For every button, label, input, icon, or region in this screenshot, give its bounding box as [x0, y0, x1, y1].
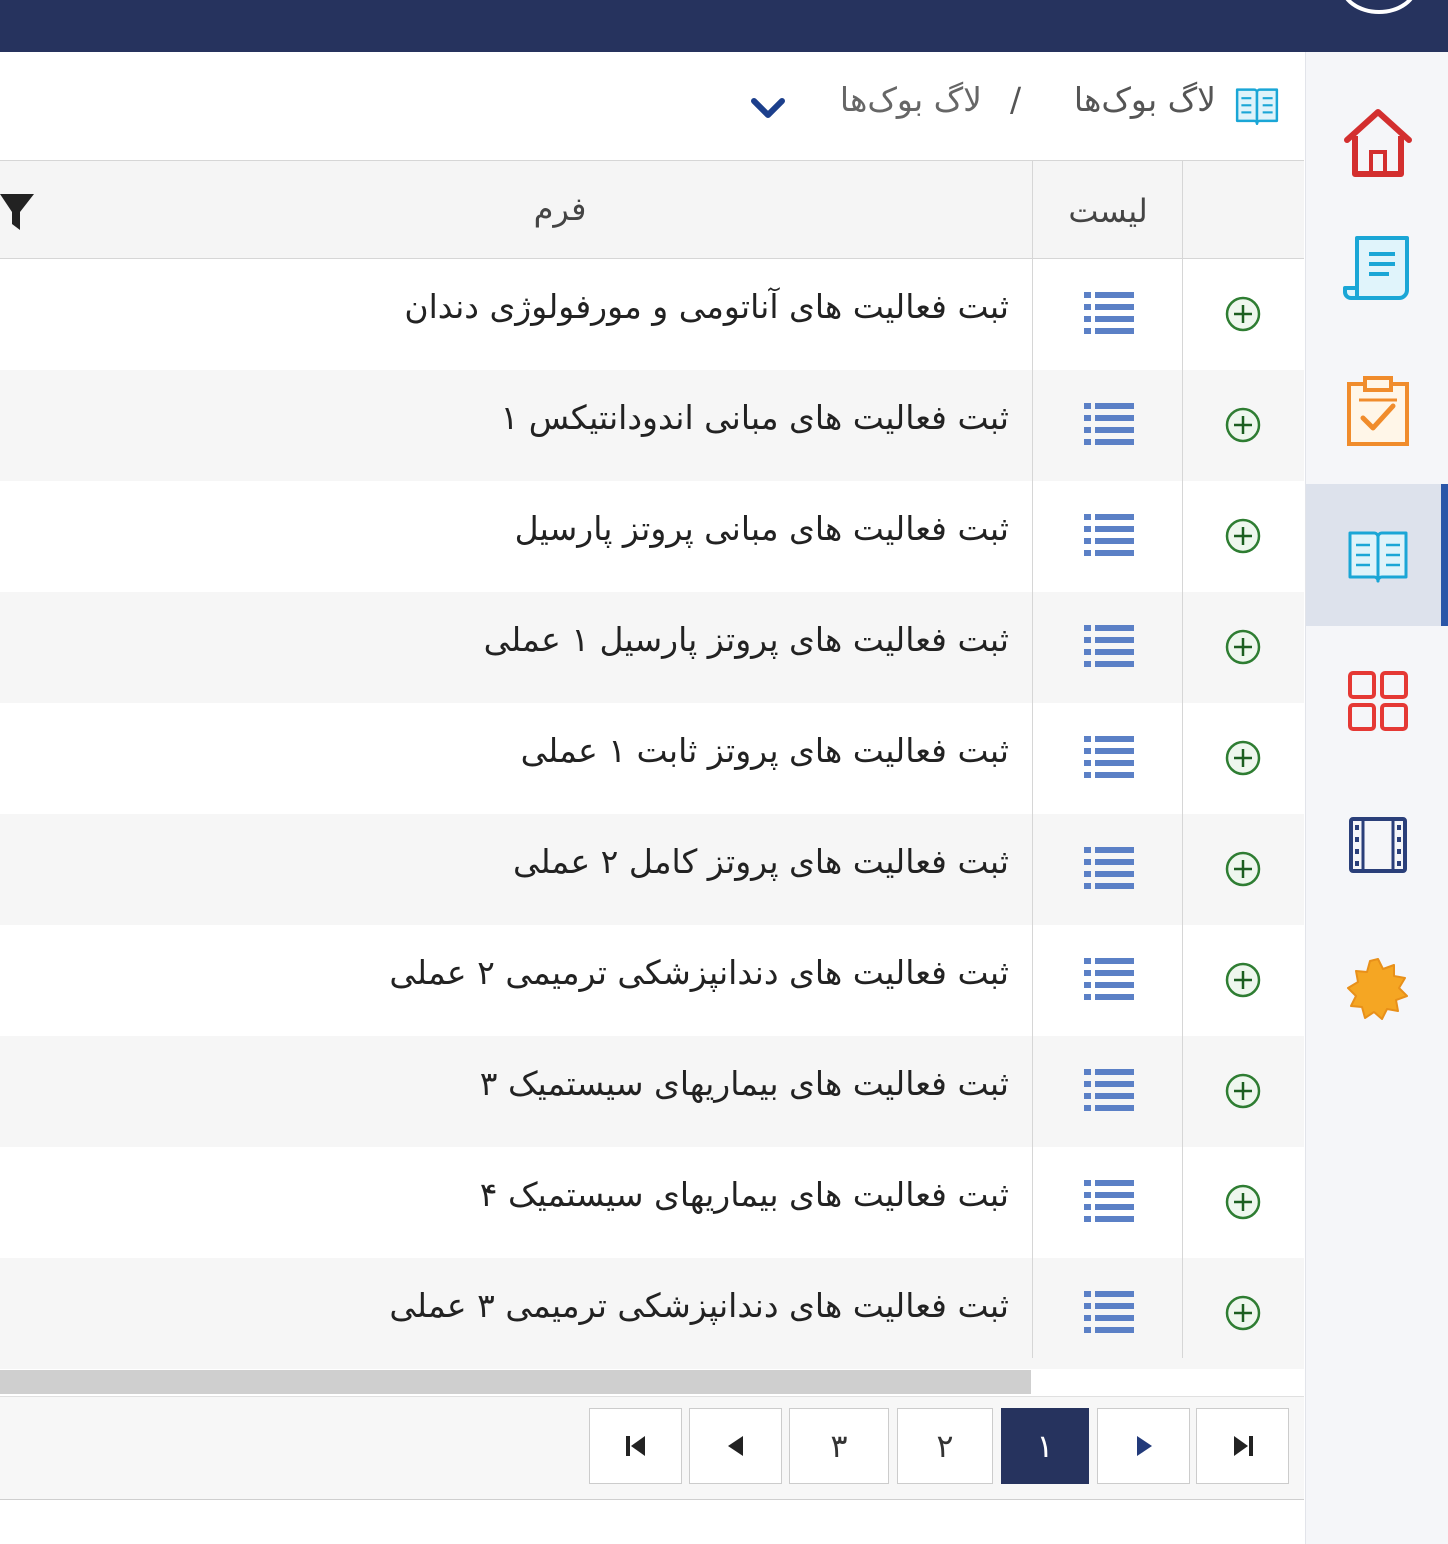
form-name[interactable]: ثبت فعالیت های دندانپزشکی ترمیمی ۲ عملی [389, 953, 1009, 992]
list-icon [1084, 1291, 1134, 1333]
list-view-button[interactable] [1084, 1179, 1134, 1227]
arrow-right-icon [1136, 1436, 1152, 1456]
sidebar-item-dashboard[interactable] [1306, 630, 1448, 772]
last-page-button[interactable] [1196, 1408, 1289, 1484]
home-icon [1343, 109, 1412, 177]
plus-circle-icon [1225, 740, 1261, 776]
first-page-button[interactable] [589, 1408, 682, 1484]
list-view-button[interactable] [1084, 624, 1134, 672]
page-button-2[interactable]: ۲ [897, 1408, 993, 1484]
sidebar-item-media[interactable] [1306, 774, 1448, 916]
grid-icon [1347, 671, 1408, 731]
add-entry-button[interactable] [1224, 295, 1262, 337]
list-icon [1084, 625, 1134, 667]
plus-circle-icon [1225, 851, 1261, 887]
add-entry-button[interactable] [1224, 739, 1262, 781]
list-view-button[interactable] [1084, 291, 1134, 339]
chevron-down-icon[interactable] [750, 96, 786, 122]
breadcrumb-separator: / [1010, 80, 1022, 119]
list-icon [1084, 958, 1134, 1000]
sidebar-item-documents[interactable] [1306, 198, 1448, 340]
header-list[interactable]: لیست [1034, 192, 1182, 230]
sidebar [1305, 52, 1448, 1544]
form-name[interactable]: ثبت فعالیت های پروتز پارسیل ۱ عملی [484, 620, 1009, 659]
list-icon [1084, 514, 1134, 556]
sidebar-item-logbooks[interactable] [1306, 484, 1448, 626]
table-row[interactable]: ثبت فعالیت های پروتز پارسیل ۱ عملی [0, 592, 1304, 703]
plus-circle-icon [1225, 1184, 1261, 1220]
table-row[interactable]: ثبت فعالیت های آناتومی و مورفولوژی دندان [0, 259, 1304, 370]
sidebar-item-achievements[interactable] [1306, 918, 1448, 1060]
form-name[interactable]: ثبت فعالیت های بیماریهای سیستمیک ۳ [480, 1064, 1009, 1103]
form-name[interactable]: ثبت فعالیت های مبانی پروتز پارسیل [515, 509, 1009, 548]
add-entry-button[interactable] [1224, 961, 1262, 1003]
previous-page-button[interactable] [689, 1408, 782, 1484]
list-icon [1084, 736, 1134, 778]
page-button-1[interactable]: ۱ [1001, 1408, 1089, 1484]
list-icon [1084, 1180, 1134, 1222]
skip-start-icon [625, 1436, 645, 1456]
list-icon [1084, 292, 1134, 334]
badge-icon [1346, 958, 1408, 1020]
horizontal-scrollbar[interactable] [0, 1370, 1031, 1394]
list-view-button[interactable] [1084, 402, 1134, 450]
open-book-icon [1348, 531, 1407, 583]
table-row[interactable]: ثبت فعالیت های مبانی اندودانتیکس ۱ [0, 370, 1304, 481]
breadcrumb-current: لاگ بوک‌ها [839, 80, 982, 119]
table-row[interactable]: ثبت فعالیت های بیماریهای سیستمیک ۴ [0, 1147, 1304, 1258]
add-entry-button[interactable] [1224, 406, 1262, 448]
skip-end-icon [1233, 1436, 1253, 1456]
add-entry-button[interactable] [1224, 628, 1262, 670]
table-row[interactable]: ثبت فعالیت های دندانپزشکی ترمیمی ۲ عملی [0, 925, 1304, 1036]
plus-circle-icon [1225, 1295, 1261, 1331]
column-divider [1032, 161, 1033, 1358]
table-row[interactable]: ثبت فعالیت های بیماریهای سیستمیک ۳ [0, 1036, 1304, 1147]
list-icon [1084, 847, 1134, 889]
plus-circle-icon [1225, 629, 1261, 665]
table-row[interactable]: ثبت فعالیت های دندانپزشکی ترمیمی ۳ عملی [0, 1258, 1304, 1369]
form-name[interactable]: ثبت فعالیت های آناتومی و مورفولوژی دندان [404, 287, 1009, 326]
list-view-button[interactable] [1084, 957, 1134, 1005]
form-name[interactable]: ثبت فعالیت های بیماریهای سیستمیک ۴ [480, 1175, 1009, 1214]
table-row[interactable]: ثبت فعالیت های مبانی پروتز پارسیل [0, 481, 1304, 592]
sidebar-item-tasks[interactable] [1306, 340, 1448, 482]
breadcrumb-root[interactable]: لاگ بوک‌ها [1074, 80, 1216, 119]
plus-circle-icon [1225, 962, 1261, 998]
column-divider [1182, 161, 1183, 1358]
scroll-document-icon [1342, 236, 1409, 300]
clipboard-check-icon [1346, 376, 1409, 446]
top-bar [0, 0, 1448, 52]
plus-circle-icon [1225, 407, 1261, 443]
list-view-button[interactable] [1084, 513, 1134, 561]
arrow-left-icon [727, 1436, 743, 1456]
sidebar-item-home[interactable] [1306, 72, 1448, 214]
form-name[interactable]: ثبت فعالیت های مبانی اندودانتیکس ۱ [501, 398, 1009, 437]
list-icon [1084, 1069, 1134, 1111]
add-entry-button[interactable] [1224, 1072, 1262, 1114]
user-avatar-icon[interactable] [1340, 0, 1418, 14]
form-name[interactable]: ثبت فعالیت های پروتز کامل ۲ عملی [513, 842, 1009, 881]
plus-circle-icon [1225, 296, 1261, 332]
add-entry-button[interactable] [1224, 1183, 1262, 1225]
next-page-button[interactable] [1097, 1408, 1190, 1484]
page-button-3[interactable]: ۳ [789, 1408, 889, 1484]
filter-icon[interactable] [0, 192, 36, 232]
list-view-button[interactable] [1084, 735, 1134, 783]
form-name[interactable]: ثبت فعالیت های دندانپزشکی ترمیمی ۳ عملی [389, 1286, 1009, 1325]
add-entry-button[interactable] [1224, 1294, 1262, 1336]
table-row[interactable]: ثبت فعالیت های پروتز ثابت ۱ عملی [0, 703, 1304, 814]
header-form[interactable]: فرم [500, 190, 620, 228]
list-view-button[interactable] [1084, 1068, 1134, 1116]
table-row[interactable]: ثبت فعالیت های پروتز کامل ۲ عملی [0, 814, 1304, 925]
form-name[interactable]: ثبت فعالیت های پروتز ثابت ۱ عملی [521, 731, 1009, 770]
list-view-button[interactable] [1084, 846, 1134, 894]
add-entry-button[interactable] [1224, 517, 1262, 559]
logbook-icon [1235, 88, 1279, 125]
add-entry-button[interactable] [1224, 850, 1262, 892]
plus-circle-icon [1225, 518, 1261, 554]
list-icon [1084, 403, 1134, 445]
list-view-button[interactable] [1084, 1290, 1134, 1338]
film-icon [1348, 817, 1407, 873]
plus-circle-icon [1225, 1073, 1261, 1109]
